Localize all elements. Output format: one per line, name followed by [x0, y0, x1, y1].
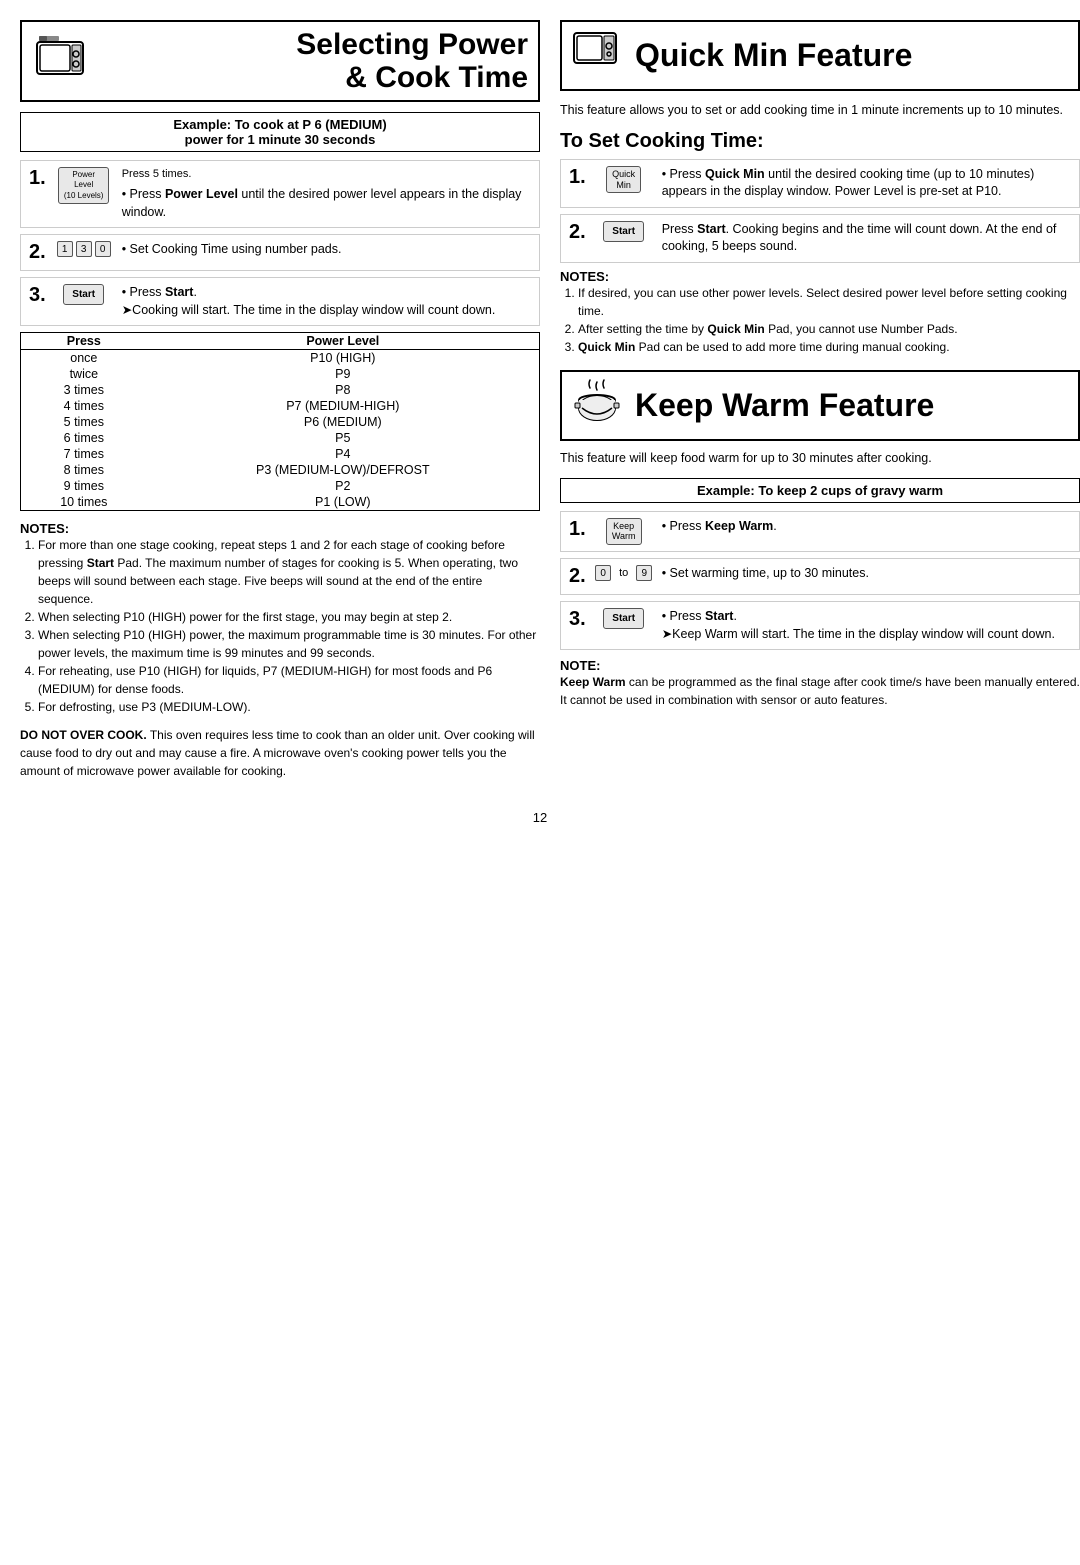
keepwarm-icon	[572, 378, 627, 433]
step-2-text: • Set Cooking Time using number pads.	[114, 235, 539, 265]
keepwarm-note-title: NOTE:	[560, 658, 1080, 673]
left-notes-section: NOTES: For more than one stage cooking, …	[20, 521, 540, 716]
keepwarm-step-2-row: 2. 0 to 9 • Set warming time, up to 30 m…	[560, 558, 1080, 595]
selecting-power-subtitle: & Cook Time	[95, 61, 528, 94]
left-note-4: For reheating, use P10 (HIGH) for liquid…	[38, 662, 540, 698]
quickmin-notes-list: If desired, you can use other power leve…	[560, 284, 1080, 356]
keepwarm-note-section: NOTE: Keep Warm can be programmed as the…	[560, 658, 1080, 709]
quickmin-step-2-number: 2.	[561, 215, 594, 250]
selecting-power-title-box: Selecting Power & Cook Time	[20, 20, 540, 102]
quickmin-step-1-text: • Press Quick Min until the desired cook…	[654, 160, 1079, 207]
quickmin-note-2: After setting the time by Quick Min Pad,…	[578, 320, 1080, 338]
page-number: 12	[20, 810, 1060, 825]
quickmin-title: Quick Min Feature	[635, 37, 912, 74]
quickmin-desc: This feature allows you to set or add co…	[560, 101, 1080, 120]
keepwarm-step-2-text: • Set warming time, up to 30 minutes.	[654, 559, 1079, 589]
quickmin-step-1-number: 1.	[561, 160, 594, 195]
left-notes-title: NOTES:	[20, 521, 540, 536]
power-level-table: Press Power Level onceP10 (HIGH) twiceP9…	[20, 332, 540, 511]
step-1-text: Press 5 times. • Press Power Level until…	[114, 161, 539, 227]
keepwarm-step-1-image: KeepWarm	[594, 512, 654, 552]
keepwarm-step-3-image: Start	[594, 602, 654, 635]
left-note-3: When selecting P10 (HIGH) power, the max…	[38, 626, 540, 662]
example-box: Example: To cook at P 6 (MEDIUM) power f…	[20, 112, 540, 152]
quickmin-step-2-text: Press Start. Cooking begins and the time…	[654, 215, 1079, 262]
quickmin-notes-section: NOTES: If desired, you can use other pow…	[560, 269, 1080, 356]
keepwarm-step-3-row: 3. Start • Press Start. Keep Warm will s…	[560, 601, 1080, 650]
keepwarm-step-3-text: • Press Start. Keep Warm will start. The…	[654, 602, 1079, 649]
quickmin-step-2-row: 2. Start Press Start. Cooking begins and…	[560, 214, 1080, 263]
quickmin-title-box: Quick Min Feature	[560, 20, 1080, 91]
keepwarm-step-1-row: 1. KeepWarm • Press Keep Warm.	[560, 511, 1080, 553]
keepwarm-note-text: Keep Warm can be programmed as the final…	[560, 673, 1080, 709]
left-notes-list: For more than one stage cooking, repeat …	[20, 536, 540, 716]
step-1-row: 1. PowerLevel(10 Levels) Press 5 times. …	[20, 160, 540, 228]
example-sub: power for 1 minute 30 seconds	[185, 132, 376, 147]
keepwarm-step-1-number: 1.	[561, 512, 594, 547]
step-2-row: 2. 1 3 0 • Set Cooking Time using number…	[20, 234, 540, 271]
keepwarm-title: Keep Warm Feature	[635, 387, 934, 424]
keepwarm-example-label: Example: To keep 2 cups of gravy warm	[697, 483, 943, 498]
step-2-image: 1 3 0	[54, 235, 114, 263]
step-1-image: PowerLevel(10 Levels)	[54, 161, 114, 210]
right-column: Quick Min Feature This feature allows yo…	[560, 20, 1080, 790]
keepwarm-step-3-number: 3.	[561, 602, 594, 637]
step-3-row: 3. Start • Press Start. Cooking will sta…	[20, 277, 540, 326]
quickmin-note-3: Quick Min Pad can be used to add more ti…	[578, 338, 1080, 356]
step-1-number: 1.	[21, 161, 54, 196]
step-3-number: 3.	[21, 278, 54, 313]
quickmin-icon	[572, 28, 627, 83]
left-note-1: For more than one stage cooking, repeat …	[38, 536, 540, 608]
donot-title: DO NOT OVER COOK.	[20, 728, 147, 742]
keepwarm-title-box: Keep Warm Feature	[560, 370, 1080, 441]
step-2-number: 2.	[21, 235, 54, 270]
keepwarm-example-box: Example: To keep 2 cups of gravy warm	[560, 478, 1080, 503]
keepwarm-step-1-text: • Press Keep Warm.	[654, 512, 1079, 542]
left-note-5: For defrosting, use P3 (MEDIUM-LOW).	[38, 698, 540, 716]
quickmin-step-1-row: 1. QuickMin • Press Quick Min until the …	[560, 159, 1080, 208]
quickmin-step-1-image: QuickMin	[594, 160, 654, 200]
quickmin-step-2-image: Start	[594, 215, 654, 248]
keepwarm-step-2-image: 0 to 9	[594, 559, 654, 587]
quickmin-note-1: If desired, you can use other power leve…	[578, 284, 1080, 320]
step-3-image: Start	[54, 278, 114, 311]
keepwarm-step-2-number: 2.	[561, 559, 594, 594]
selecting-power-icon	[32, 34, 87, 89]
donot-section: DO NOT OVER COOK. This oven requires les…	[20, 726, 540, 780]
quickmin-subtitle: To Set Cooking Time:	[560, 130, 1080, 153]
step-3-text: • Press Start. Cooking will start. The t…	[114, 278, 539, 325]
left-column: Selecting Power & Cook Time Example: To …	[20, 20, 540, 790]
left-note-2: When selecting P10 (HIGH) power for the …	[38, 608, 540, 626]
quickmin-notes-title: NOTES:	[560, 269, 1080, 284]
selecting-power-title: Selecting Power	[95, 28, 528, 61]
example-label: Example: To cook at P 6 (MEDIUM)	[173, 117, 386, 132]
keepwarm-desc: This feature will keep food warm for up …	[560, 449, 1080, 468]
